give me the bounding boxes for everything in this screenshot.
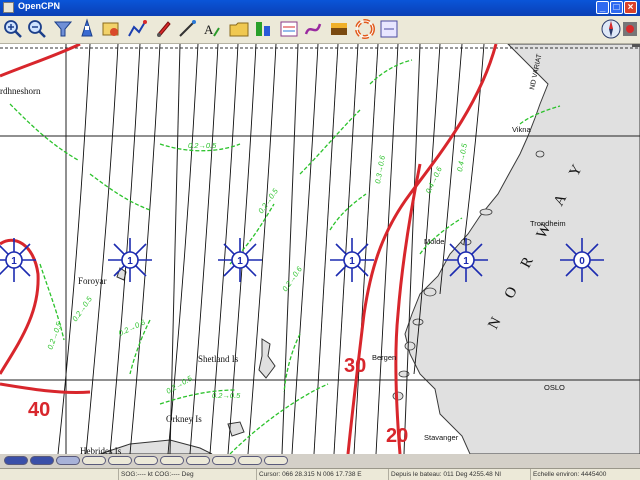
chart-piano-bar bbox=[0, 454, 640, 468]
help-icon[interactable] bbox=[378, 18, 400, 40]
currents-icon[interactable] bbox=[278, 18, 300, 40]
place-label: Hebrides Is bbox=[80, 446, 122, 454]
current-label: 0.4→0.6 bbox=[424, 165, 444, 195]
bearing-distance: Depuis le bateau: 011 Deg 4255.48 NI bbox=[388, 469, 528, 480]
status-bar: SOG:---- kt COG:---- Deg Cursor: 066 28.… bbox=[0, 468, 640, 480]
ais-icon[interactable] bbox=[328, 18, 350, 40]
chart-quilt-icon[interactable] bbox=[52, 18, 74, 40]
ice-value: 1 bbox=[11, 256, 17, 267]
piano-key[interactable] bbox=[82, 456, 106, 465]
ice-value: 1 bbox=[349, 256, 355, 267]
current-label: 0.2→0.5 bbox=[70, 294, 94, 323]
window-title: OpenCPN bbox=[18, 1, 61, 11]
isotherm-label: 20 bbox=[386, 425, 408, 447]
place-label: OSLO bbox=[544, 383, 565, 392]
grib-weather-icon[interactable] bbox=[302, 18, 324, 40]
piano-key[interactable] bbox=[160, 456, 184, 465]
piano-key-active[interactable] bbox=[4, 456, 28, 465]
piano-key[interactable] bbox=[56, 456, 80, 465]
current-label: 0.2→0.5 bbox=[256, 186, 280, 215]
piano-key[interactable] bbox=[212, 456, 236, 465]
sog-cog-readout: SOG:---- kt COG:---- Deg bbox=[118, 469, 252, 480]
zoom-out-icon[interactable] bbox=[26, 18, 48, 40]
shetland-island bbox=[258, 338, 276, 379]
settings-icon[interactable] bbox=[100, 18, 122, 40]
current-label: 0.3→0.6 bbox=[373, 154, 387, 184]
minimize-button[interactable]: _ bbox=[596, 1, 609, 14]
place-label: rdhneshorn bbox=[0, 86, 41, 96]
title-bar: OpenCPN _ □ × bbox=[0, 0, 640, 16]
place-label: Shetland Is bbox=[198, 354, 239, 364]
svg-text:A: A bbox=[204, 22, 214, 37]
place-label: Orkney Is bbox=[166, 414, 202, 424]
current-label: 0.4→0.5 bbox=[455, 142, 469, 172]
toolbar: A bbox=[0, 16, 640, 44]
chart-canvas[interactable]: 0.2→0.5 0.2→0.5 0.2→0.6 0.2→0.5 0.2→0.6 … bbox=[0, 44, 640, 454]
current-label: 0.2→0.5 bbox=[212, 391, 241, 400]
current-label: 0.2→0.5 bbox=[188, 141, 217, 150]
isotherm-40 bbox=[0, 44, 81, 78]
place-label: Stavanger bbox=[424, 433, 459, 442]
isotherm-label: 40 bbox=[28, 399, 50, 421]
text-note-icon[interactable]: A bbox=[200, 18, 222, 40]
place-label: Foroyar bbox=[78, 276, 107, 286]
place-label: Bergen bbox=[372, 353, 396, 362]
place-label: Vikna bbox=[512, 125, 531, 134]
place-label: Molde bbox=[424, 237, 444, 246]
route-icon[interactable] bbox=[126, 18, 148, 40]
ship-follow-icon[interactable] bbox=[76, 18, 98, 40]
chart-scale: Echelle environ: 4445400 bbox=[530, 469, 638, 480]
cursor-position: Cursor: 066 28.315 N 006 17.738 E bbox=[256, 469, 386, 480]
close-button[interactable]: × bbox=[624, 1, 637, 14]
piano-key[interactable] bbox=[108, 456, 132, 465]
ice-value: 1 bbox=[237, 256, 243, 267]
zoom-in-icon[interactable] bbox=[2, 18, 24, 40]
gps-status-icon bbox=[620, 18, 638, 40]
ice-value: 0 bbox=[579, 256, 585, 267]
compass-icon[interactable] bbox=[600, 18, 621, 40]
piano-key[interactable] bbox=[264, 456, 288, 465]
piano-key-active[interactable] bbox=[30, 456, 54, 465]
folder-icon[interactable] bbox=[228, 18, 250, 40]
piano-key[interactable] bbox=[186, 456, 210, 465]
tides-icon[interactable] bbox=[252, 18, 274, 40]
waypoint-icon[interactable] bbox=[152, 18, 174, 40]
app-icon bbox=[3, 2, 14, 13]
ice-value: 1 bbox=[127, 256, 133, 267]
lifebuoy-icon[interactable] bbox=[354, 18, 376, 40]
norway-landmass bbox=[404, 44, 640, 454]
ice-value: 1 bbox=[463, 256, 469, 267]
piano-key[interactable] bbox=[238, 456, 262, 465]
maximize-button[interactable]: □ bbox=[610, 1, 623, 14]
piano-key[interactable] bbox=[134, 456, 158, 465]
isotherm-label: 30 bbox=[344, 355, 366, 377]
current-label: 0.2→0.5 bbox=[45, 320, 63, 350]
current-label: 0.2→0.5 bbox=[165, 373, 195, 395]
current-label: 0.2→0.6 bbox=[280, 264, 304, 293]
measure-icon[interactable] bbox=[176, 18, 198, 40]
